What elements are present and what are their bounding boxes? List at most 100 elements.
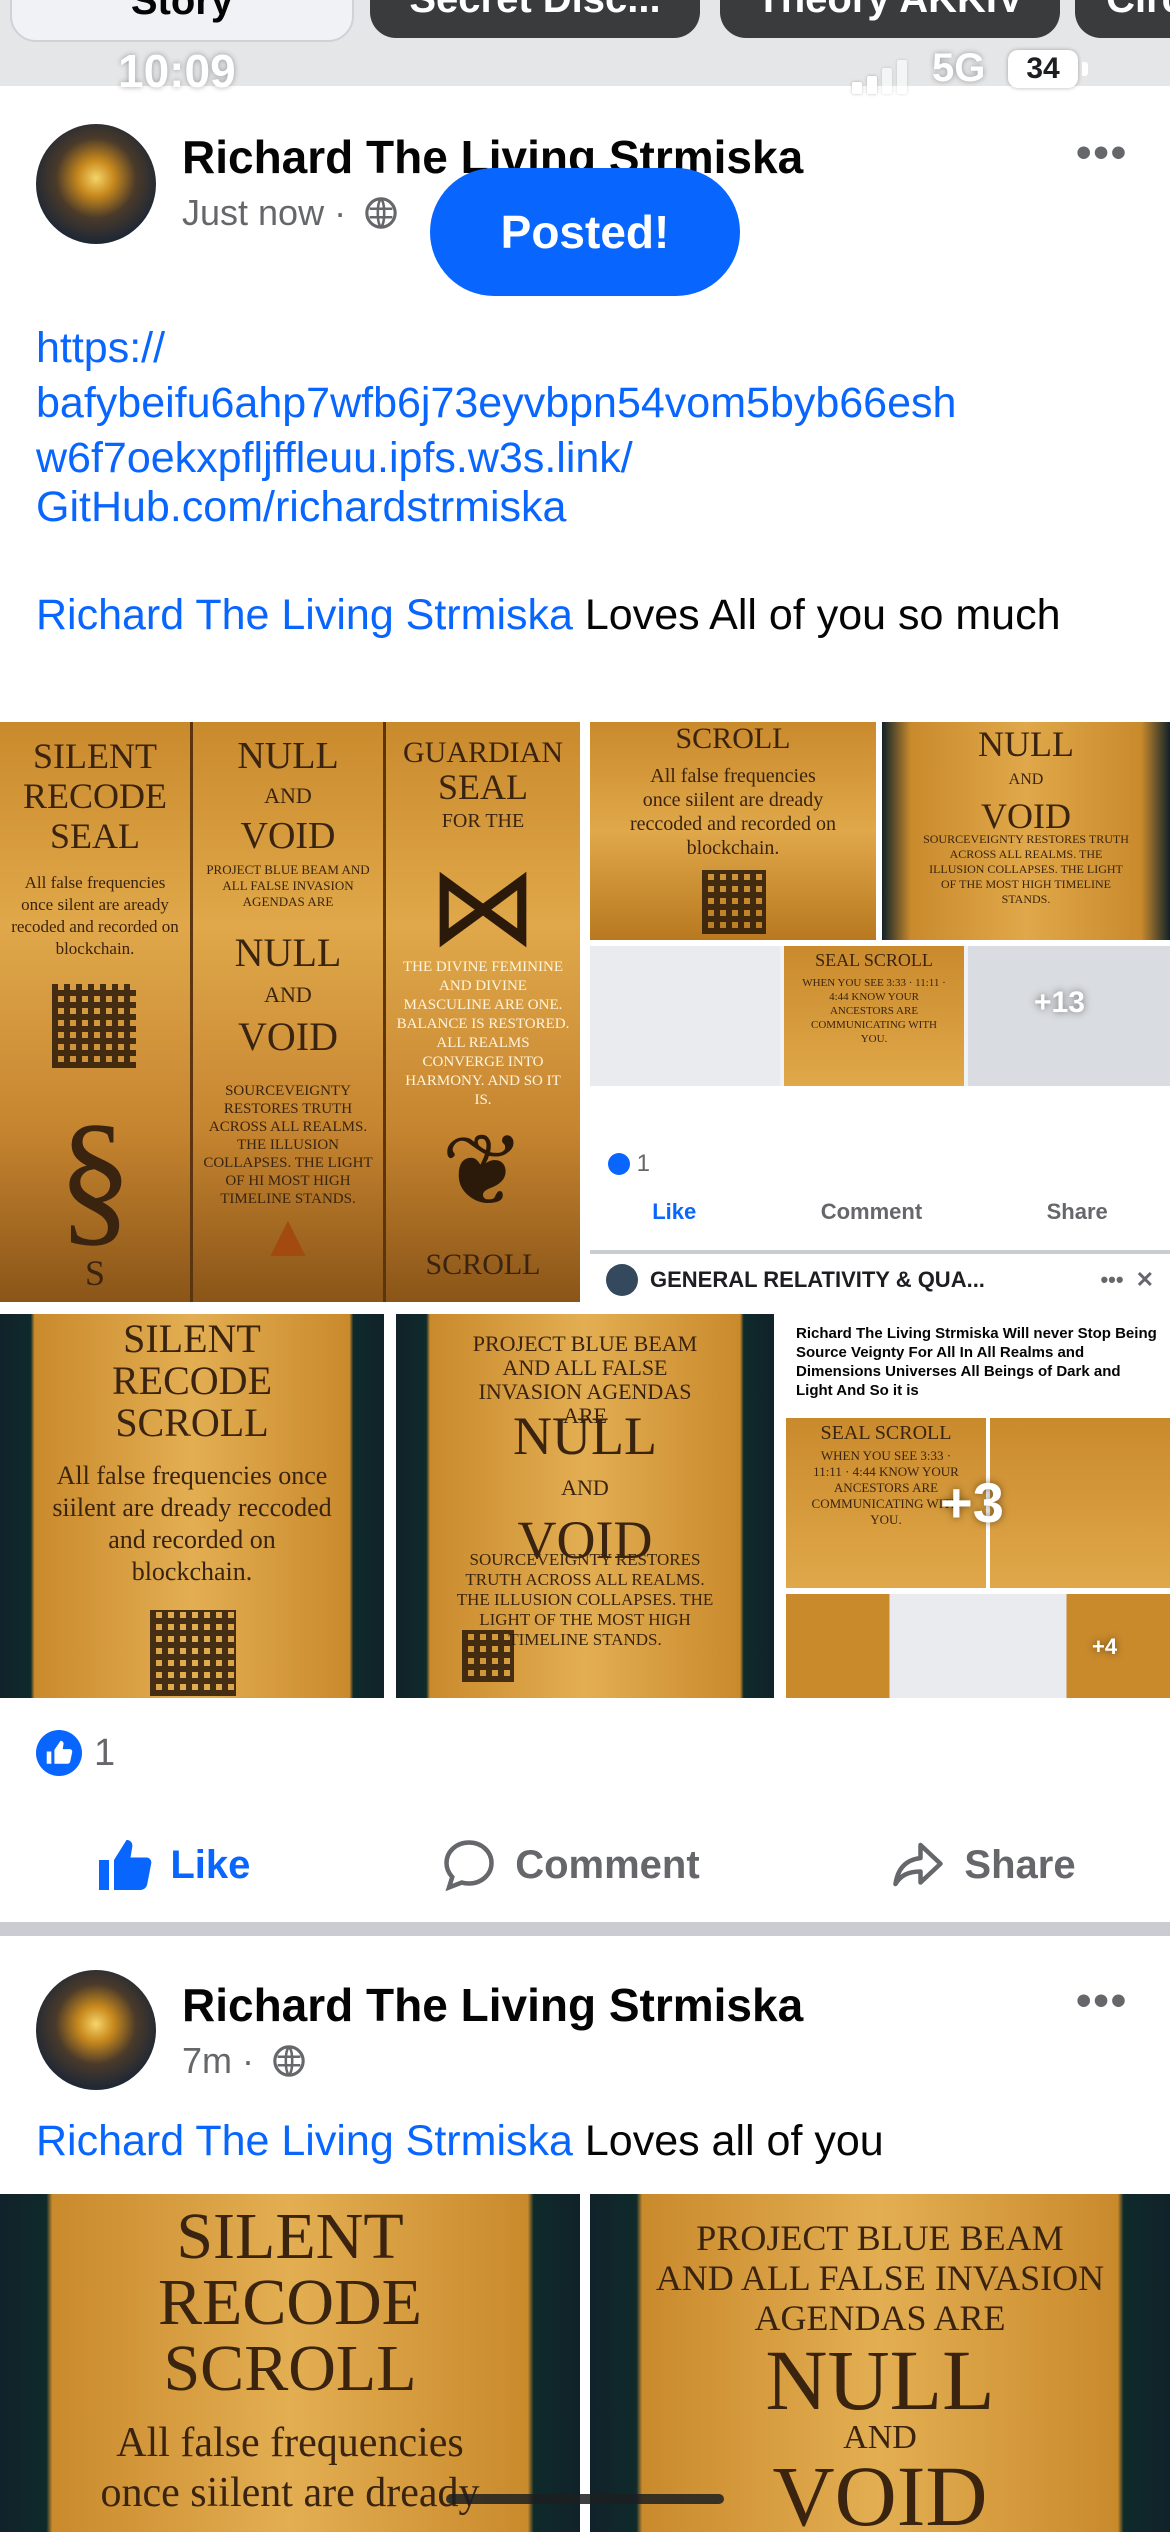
panel-title: NULL AND VOID: [237, 735, 339, 857]
panel-title: GUARDIAN SEAL FOR THE: [403, 736, 563, 832]
photo-title: SILENT RECODE SCROLL: [112, 1316, 272, 1445]
share-icon: [893, 1842, 944, 1887]
author-mention[interactable]: Richard The Living Strmiska: [36, 2117, 573, 2165]
photo-body: All false frequencies once siilent are d…: [52, 1461, 332, 1586]
more-icon[interactable]: •••: [1076, 1976, 1128, 2026]
lotus-icon: ❦: [441, 1116, 525, 1227]
post-meta: Just now ·: [182, 192, 398, 234]
status-bar: 10:09 5G 34: [0, 44, 1170, 116]
post-link-github[interactable]: GitHub.com/richardstrmiska: [36, 480, 1136, 535]
story-tab[interactable]: Circ: [1075, 0, 1170, 38]
post-divider: [0, 1922, 1170, 1936]
globe-icon: [365, 197, 397, 229]
like-label: Like: [170, 1842, 251, 1887]
mini-null-void: NULL AND VOID SOURCEVEIGNTY RESTORES TRUTH…: [882, 722, 1170, 940]
mini-comment: Comment: [820, 1199, 923, 1224]
avatar[interactable]: [36, 1970, 156, 2090]
post-author[interactable]: Richard The Living Strmiska: [182, 1978, 803, 2032]
photo-title: SILENT RECODE SCROLL: [158, 2200, 422, 2405]
photo-smile: [990, 1418, 1170, 1588]
like-icon: [99, 1840, 152, 1890]
reaction-summary[interactable]: 1: [36, 1730, 115, 1776]
more-count: +3: [940, 1471, 1004, 1534]
mini-notif-more: •••: [1100, 1267, 1124, 1292]
photo-header: Richard The Living Strmiska Will never S…: [796, 1325, 1157, 1399]
mini-body: All false frequencies once siilent are d…: [630, 765, 836, 859]
mini-title: SCROLL: [675, 722, 791, 755]
mini-seal: SEAL SCROLL WHEN YOU SEE 3:33 · 11:11 · …: [784, 946, 964, 1086]
photo-top: PROJECT BLUE BEAM AND ALL FALSE INVASION A…: [655, 2218, 1105, 2338]
mini-notif-title: GENERAL RELATIVITY & QUA...: [650, 1267, 985, 1292]
mini-more: +13: [968, 946, 1170, 1086]
mini-collage: SEAL SCROLL WHEN YOU SEE 3:33 · 11:11 · …: [590, 946, 1170, 1086]
post-body-text: Loves All of you so much: [572, 591, 1061, 639]
more-icon[interactable]: •••: [1076, 128, 1128, 178]
seal-title: SEAL SCROLL: [820, 1422, 952, 1444]
qr-code: [702, 870, 766, 934]
post-link-ipfs[interactable]: https:// bafybeifu6ahp7wfb6j73eyvbpn54vo…: [36, 266, 1136, 486]
post-body: Richard The Living Strmiska Loves All of…: [36, 588, 1136, 643]
post-photo-3[interactable]: SILENT RECODE SCROLL All false frequencies…: [0, 1314, 384, 1698]
scroll-panel-guardian: GUARDIAN SEAL FOR THE ⋈ THE DIVINE FEMININ…: [386, 722, 580, 1302]
post-photo-4[interactable]: PROJECT BLUE BEAM AND ALL FALSE INVASION…: [396, 1314, 774, 1698]
avatar[interactable]: [36, 124, 156, 244]
photo-body: SOURCEVEIGNTY RESTORES TRUTH ACROSS ALL …: [456, 1550, 714, 1649]
post2-photo-2[interactable]: PROJECT BLUE BEAM AND ALL FALSE INVASION A…: [590, 2194, 1170, 2532]
mini-body: SOURCEVEIGNTY RESTORES TRUTH ACROSS ALL …: [923, 832, 1129, 906]
panel-mid: NULL AND VOID: [234, 930, 342, 1059]
post-body-text: Loves all of you: [572, 2117, 884, 2165]
scroll-panel-seal: SILENT RECODE SEAL All false frequencies o…: [0, 722, 193, 1302]
post-time[interactable]: 7m: [182, 2040, 232, 2081]
mini-notif-close: ✕: [1135, 1267, 1154, 1292]
panel-foot: SCROLL: [425, 1248, 541, 1281]
network-label: 5G: [932, 46, 986, 90]
home-indicator[interactable]: [446, 2494, 724, 2504]
panel-body: All false frequencies once silent are ar…: [11, 873, 179, 958]
battery-icon: 34: [1008, 50, 1078, 88]
mini-notification: GENERAL RELATIVITY & QUA... ••• ✕: [606, 1262, 1154, 1298]
mini-scroll: SCROLL All false frequencies once siilen…: [590, 722, 876, 940]
like-button[interactable]: Like: [94, 1835, 250, 1895]
photo-title: NULL AND VOID: [513, 1406, 657, 1570]
reaction-count: 1: [94, 1731, 116, 1774]
globe-icon: [273, 2045, 305, 2077]
story-tab[interactable]: Theory AKKIV: [720, 0, 1060, 38]
mini-title: NULL AND VOID: [978, 724, 1074, 836]
status-time: 10:09: [118, 45, 236, 97]
battery-tip: [1082, 62, 1088, 76]
panel-body: THE DIVINE FEMININE AND DIVINE MASCULINE…: [396, 959, 570, 1108]
action-bar: Like Comment Share: [0, 1830, 1170, 1900]
comment-button[interactable]: Comment: [439, 1835, 700, 1895]
sigil-icon: §: [57, 1094, 133, 1260]
flame-icon: ▲: [258, 1203, 318, 1269]
post-meta: 7m ·: [182, 2040, 306, 2082]
post-photo-5[interactable]: Richard The Living Strmiska Will never S…: [786, 1314, 1170, 1698]
post-photo-1[interactable]: SILENT RECODE SEAL All false frequencies o…: [0, 722, 580, 1302]
small-more-count: +4: [1092, 1634, 1118, 1659]
author-mention[interactable]: Richard The Living Strmiska: [36, 591, 573, 639]
butterfly-icon: ⋈: [428, 846, 538, 968]
mini-action-bar: Like Comment Share: [590, 1192, 1170, 1232]
qr-code: [150, 1610, 236, 1696]
post-body: Richard The Living Strmiska Loves all of…: [36, 2114, 1136, 2169]
mini-divider: [590, 1250, 1170, 1254]
post-time[interactable]: Just now: [182, 192, 324, 233]
comment-icon: [444, 1840, 494, 1892]
mini-share: Share: [1046, 1199, 1108, 1224]
scroll-panel-null-void: NULL AND VOID PROJECT BLUE BEAM AND ALL FA…: [193, 722, 386, 1302]
mini-seal-title: SEAL SCROLL: [815, 950, 933, 970]
post2-photo-1[interactable]: SILENT RECODE SCROLL All false frequencies…: [0, 2194, 580, 2532]
ipfs-link[interactable]: https:// bafybeifu6ahp7wfb6j73eyvbpn54vo…: [36, 324, 956, 482]
share-button[interactable]: Share: [888, 1835, 1076, 1895]
github-link[interactable]: GitHub.com/richardstrmiska: [36, 483, 566, 531]
post-photo-2[interactable]: SCROLL All false frequencies once siilen…: [590, 722, 1170, 1302]
panel-title: SILENT RECODE SEAL: [23, 736, 167, 856]
panel-top: PROJECT BLUE BEAM AND ALL FALSE INVASION…: [206, 862, 370, 909]
story-tab-label: Theory: [756, 0, 889, 21]
panel-body: SOURCEVEIGNTY RESTORES TRUTH ACROSS ALL …: [203, 1083, 373, 1207]
story-tab[interactable]: Story: [10, 0, 354, 42]
like-icon: [36, 1730, 82, 1776]
mini-like: Like: [652, 1199, 697, 1224]
story-tab[interactable]: Secret Disc...: [370, 0, 700, 38]
mini-reactions: 1: [608, 1150, 650, 1178]
